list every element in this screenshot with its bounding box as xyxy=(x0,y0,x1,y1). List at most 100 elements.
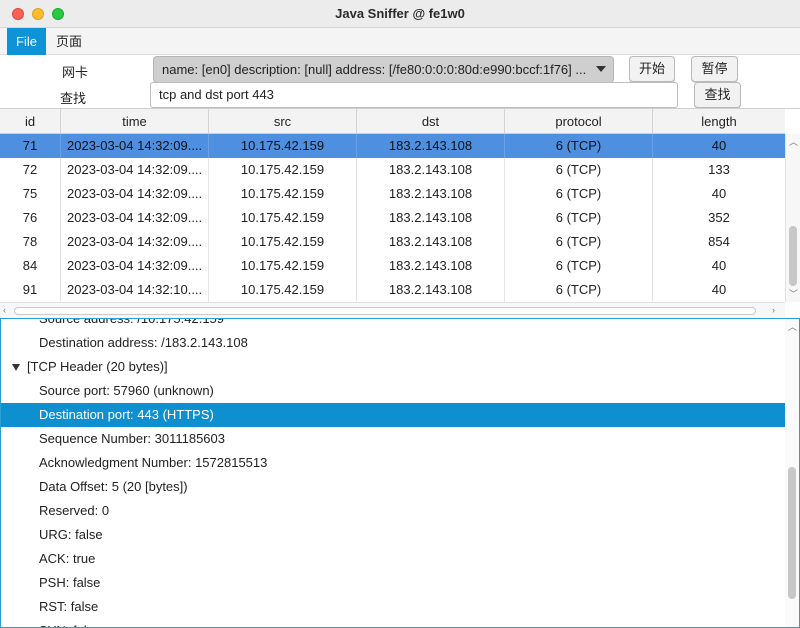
tree-item[interactable]: Destination port: 443 (HTTPS) xyxy=(1,403,785,427)
pause-button[interactable]: 暂停 xyxy=(691,56,738,82)
cell-dst: 183.2.143.108 xyxy=(357,206,505,230)
cell-dst: 183.2.143.108 xyxy=(357,158,505,182)
cell-protocol: 6 (TCP) xyxy=(505,230,653,254)
tree-item-label: ACK: true xyxy=(39,551,96,566)
tree-scroll-thumb[interactable] xyxy=(788,467,796,599)
table-row[interactable]: 72 2023-03-04 14:32:09.... 10.175.42.159 18… xyxy=(0,158,785,182)
tree-item[interactable]: Source port: 57960 (unknown) xyxy=(1,379,785,403)
scroll-up-icon[interactable]: ︿ xyxy=(788,323,797,332)
table-row[interactable]: 75 2023-03-04 14:32:09.... 10.175.42.159 18… xyxy=(0,182,785,206)
menu-page[interactable]: 页面 xyxy=(47,28,91,55)
tree-item[interactable]: Source address: /10.175.42.159 xyxy=(1,319,785,331)
table-hscroll-thumb[interactable] xyxy=(14,307,756,315)
cell-protocol: 6 (TCP) xyxy=(505,182,653,206)
cell-time: 2023-03-04 14:32:09.... xyxy=(61,254,209,278)
cell-time: 2023-03-04 14:32:09.... xyxy=(61,230,209,254)
packet-detail-tree: SYN: false RST: false PSH: false ACK: true U… xyxy=(0,318,800,628)
nic-select[interactable]: name: [en0] description: [null] address:… xyxy=(153,56,614,83)
title-bar: Java Sniffer @ fe1w0 xyxy=(0,0,800,28)
tree-item-label: RST: false xyxy=(39,599,99,614)
cell-id: 76 xyxy=(0,206,61,230)
cell-length: 40 xyxy=(711,282,727,297)
cell-time: 2023-03-04 14:32:09.... xyxy=(61,182,209,206)
cell-src: 10.175.42.159 xyxy=(209,206,357,230)
tree-vertical-scrollbar[interactable]: ︿ xyxy=(785,319,799,627)
tree-item[interactable]: RST: false xyxy=(1,595,785,619)
search-label: 查找 xyxy=(60,91,87,106)
table-row[interactable]: 78 2023-03-04 14:32:09.... 10.175.42.159 18… xyxy=(0,230,785,254)
column-header-src[interactable]: src xyxy=(209,109,357,134)
tree-item[interactable]: URG: false xyxy=(1,523,785,547)
tree-item-label: Acknowledgment Number: 1572815513 xyxy=(39,455,268,470)
table-body: 71 2023-03-04 14:32:09.... 10.175.42.159 18… xyxy=(0,134,785,302)
tree-item[interactable]: Acknowledgment Number: 1572815513 xyxy=(1,451,785,475)
tree-item[interactable]: Destination address: /183.2.143.108 xyxy=(1,331,785,355)
cell-length: 40 xyxy=(711,258,727,273)
column-header-id[interactable]: id xyxy=(0,109,61,134)
search-button[interactable]: 查找 xyxy=(694,82,741,108)
table-horizontal-scrollbar[interactable]: ‹ › xyxy=(0,302,785,318)
menu-file[interactable]: File xyxy=(7,28,46,55)
tree-item[interactable]: PSH: false xyxy=(1,571,785,595)
cell-time: 2023-03-04 14:32:09.... xyxy=(61,158,209,182)
table-row[interactable]: 76 2023-03-04 14:32:09.... 10.175.42.159 18… xyxy=(0,206,785,230)
cell-protocol: 6 (TCP) xyxy=(505,134,653,158)
tree-item[interactable]: Data Offset: 5 (20 [bytes]) xyxy=(1,475,785,499)
cell-id: 91 xyxy=(0,278,61,302)
cell-id: 78 xyxy=(0,230,61,254)
column-header-protocol[interactable]: protocol xyxy=(505,109,653,134)
cell-protocol: 6 (TCP) xyxy=(505,278,653,302)
cell-protocol: 6 (TCP) xyxy=(505,158,653,182)
cell-src: 10.175.42.159 xyxy=(209,278,357,302)
table-scroll-thumb[interactable] xyxy=(789,226,797,286)
window-title: Java Sniffer @ fe1w0 xyxy=(335,6,465,21)
cell-length: 133 xyxy=(708,162,730,177)
column-header-dst[interactable]: dst xyxy=(357,109,505,134)
tree-item[interactable]: Reserved: 0 xyxy=(1,499,785,523)
scroll-down-icon[interactable]: ﹀ xyxy=(789,290,798,299)
cell-time: 2023-03-04 14:32:09.... xyxy=(61,134,209,158)
scroll-left-icon[interactable]: ‹ xyxy=(3,306,6,315)
table-row[interactable]: 71 2023-03-04 14:32:09.... 10.175.42.159 18… xyxy=(0,134,785,158)
table-vertical-scrollbar[interactable]: ︿ ﹀ xyxy=(785,134,800,302)
cell-src: 10.175.42.159 xyxy=(209,158,357,182)
table-row[interactable]: 91 2023-03-04 14:32:10.... 10.175.42.159 18… xyxy=(0,278,785,302)
cell-length: 40 xyxy=(711,186,727,201)
cell-protocol: 6 (TCP) xyxy=(505,206,653,230)
column-header-time[interactable]: time xyxy=(61,109,209,134)
menu-bar: File 页面 xyxy=(0,28,800,55)
tree-item-label: Data Offset: 5 (20 [bytes]) xyxy=(39,479,188,494)
tree-item[interactable]: Sequence Number: 3011185603 xyxy=(1,427,785,451)
chevron-down-icon[interactable] xyxy=(596,66,606,72)
expand-triangle-icon[interactable] xyxy=(12,364,20,371)
cell-id: 72 xyxy=(0,158,61,182)
cell-id: 84 xyxy=(0,254,61,278)
cell-dst: 183.2.143.108 xyxy=(357,230,505,254)
column-header-length[interactable]: length xyxy=(653,109,785,134)
tree-item[interactable]: SYN: false xyxy=(1,619,785,627)
scroll-right-icon[interactable]: › xyxy=(772,306,775,315)
cell-length: 854 xyxy=(708,234,730,249)
tree-item[interactable]: ACK: true xyxy=(1,547,785,571)
tree-item-label: URG: false xyxy=(39,527,103,542)
tree-item-label: PSH: false xyxy=(39,575,101,590)
nic-label: 网卡 xyxy=(62,65,89,80)
tree-group-item[interactable]: [TCP Header (20 bytes)] xyxy=(1,355,785,379)
tree-item-label: SYN: false xyxy=(39,619,100,627)
table-row[interactable]: 84 2023-03-04 14:32:09.... 10.175.42.159 18… xyxy=(0,254,785,278)
start-button[interactable]: 开始 xyxy=(629,56,675,82)
cell-dst: 183.2.143.108 xyxy=(357,254,505,278)
tree-item-label: Source port: 57960 (unknown) xyxy=(39,383,214,398)
table-header: id time src dst protocol length xyxy=(0,109,785,134)
cell-id: 71 xyxy=(0,134,61,158)
cell-dst: 183.2.143.108 xyxy=(357,134,505,158)
tree-item-label: Sequence Number: 3011185603 xyxy=(39,431,225,446)
scroll-up-icon[interactable]: ︿ xyxy=(789,138,798,147)
cell-id: 75 xyxy=(0,182,61,206)
cell-src: 10.175.42.159 xyxy=(209,182,357,206)
cell-dst: 183.2.143.108 xyxy=(357,182,505,206)
tree-item-label: [TCP Header (20 bytes)] xyxy=(27,359,168,374)
tree-item-label: Reserved: 0 xyxy=(39,503,110,518)
filter-input[interactable]: tcp and dst port 443 xyxy=(150,82,678,108)
cell-src: 10.175.42.159 xyxy=(209,230,357,254)
